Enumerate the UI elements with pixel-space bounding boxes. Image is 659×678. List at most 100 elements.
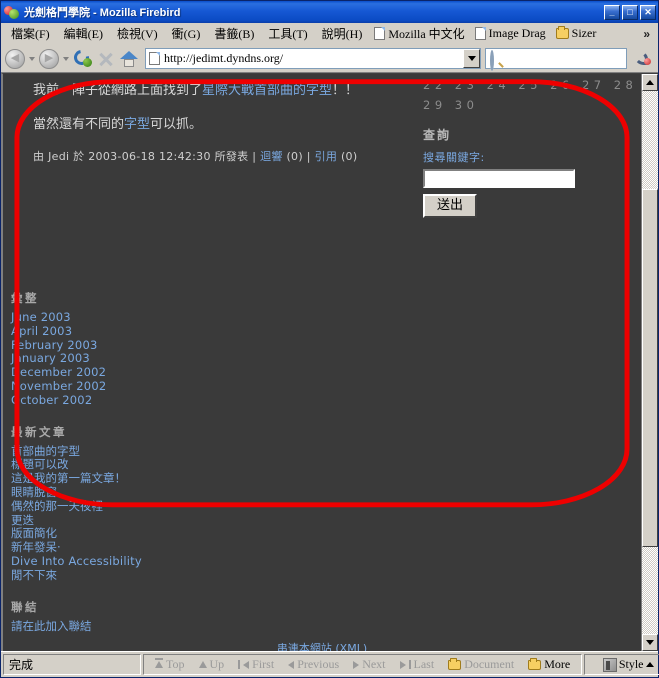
trackback-link[interactable]: 引用 [315,150,338,163]
menu-bookmarks[interactable]: 書籤(B) [207,23,261,44]
nav-document-button[interactable]: Document [442,657,520,672]
site-navigation-toolbar: Top Up First Previous Next Last Document… [143,654,583,675]
scroll-up-button[interactable] [642,74,658,91]
recent-post-item[interactable]: 偶然的那一天夜裡 [11,499,257,514]
maximize-button[interactable]: □ [622,4,638,20]
vertical-scrollbar[interactable] [641,74,658,651]
forward-button[interactable]: ▶ [38,48,60,70]
chevron-up-icon [645,662,654,667]
post-text-2a: 當然還有不同的 [33,117,125,133]
previous-icon [288,660,295,669]
search-input[interactable] [485,48,627,71]
bookmark-image-drag[interactable]: Image Drag [470,24,551,43]
firebird-app-icon [4,4,20,20]
post-paragraph-1: 我前一陣子從網路上面找到了星際大戰首部曲的字型！！ [33,82,409,100]
byline-author-date: 由 Jedi 於 2003-06-18 12:42:30 所發表 | [33,150,261,164]
back-arrow-icon: ◀ [5,48,25,69]
home-icon [120,50,138,67]
bookmark-mozilla-zh[interactable]: Mozilla 中文化 [369,23,469,44]
arrow-top-icon [155,658,163,668]
firebird-logo-icon [631,47,655,71]
scrollbar-thumb[interactable] [642,188,658,548]
nav-up-button[interactable]: Up [193,657,231,672]
link-item[interactable]: 請在此加入聯結 [11,619,257,634]
arrow-up-icon [198,661,207,668]
bookmark-label: Image Drag [488,26,546,40]
folder-icon [555,26,569,39]
recent-post-item[interactable]: 標題可以改 [11,458,257,472]
recent-post-item[interactable]: 這是我的第一篇文章！ [11,471,257,486]
last-arrow-icon [399,660,406,669]
forward-arrow-icon: ▶ [39,48,59,69]
search-keyword-label[interactable]: 搜尋關鍵字: [423,149,641,165]
post-link-font[interactable]: 星際大戰首部曲的字型 [202,83,332,98]
menu-file[interactable]: 檔案(F) [4,23,57,44]
post-text-2b: 可以抓。 [150,117,203,133]
recent-post-item[interactable]: 閒不下來 [11,568,257,583]
close-button[interactable]: ✕ [640,4,656,20]
folder-icon [448,657,462,670]
scrollbar-track[interactable] [642,91,658,634]
nav-label: Up [209,657,225,671]
recent-post-item[interactable]: Dive Into Accessibility [11,554,257,569]
first-icon [238,660,241,669]
nav-label: Previous [297,657,340,671]
nav-previous-button[interactable]: Previous [282,657,345,672]
site-search-submit-button[interactable]: 送出 [423,194,478,218]
home-button[interactable] [118,48,140,70]
nav-first-button[interactable]: First [232,657,280,672]
archive-item[interactable]: January 2003 [11,352,257,366]
title-bar: 光劍格鬥學院 - Mozilla Firebird _ □ ✕ [1,1,658,23]
archive-item[interactable]: November 2002 [11,379,257,394]
url-dropdown-button[interactable] [463,49,480,68]
page-icon [474,27,486,40]
menu-help[interactable]: 說明(H) [315,23,370,44]
recent-post-item[interactable]: 首部曲的字型 [11,444,257,459]
menu-view[interactable]: 檢視(V) [110,23,165,44]
scroll-down-button[interactable] [642,634,658,651]
nav-label: More [544,657,571,671]
calendar-row-5: 29 30 [423,98,479,112]
bookmark-label: Mozilla 中文化 [388,27,465,41]
bookmark-sizer[interactable]: Sizer [551,24,602,43]
nav-label: Next [362,657,386,671]
nav-last-button[interactable]: Last [394,657,441,672]
recent-posts-heading: 最新文章 [11,424,67,439]
archive-item[interactable]: June 2003 [11,310,257,325]
status-text: 完成 [9,658,34,672]
archive-item[interactable]: February 2003 [11,338,257,353]
xml-syndication-link[interactable]: 串連本網站 (XML) [3,640,641,651]
menu-overflow-chevron[interactable]: » [635,27,658,41]
menu-go[interactable]: 衝(G) [165,23,208,44]
style-selector[interactable]: Style [584,654,659,675]
recent-post-item[interactable]: 更迭 [11,513,257,528]
minimize-button[interactable]: _ [604,4,620,20]
stop-button[interactable] [95,48,117,70]
post-link-font2[interactable]: 字型 [124,117,150,132]
page-icon [149,52,160,65]
url-bar[interactable]: http://jedimt.dyndns.org/ [145,48,481,69]
nav-label: First [252,657,275,671]
comments-link[interactable]: 迴響 [260,150,283,163]
recent-post-item[interactable]: 新年發呆‧ [11,540,257,555]
back-dropdown-icon[interactable] [29,56,35,61]
back-button[interactable]: ◀ [4,48,26,70]
archive-item[interactable]: October 2002 [11,393,257,408]
forward-dropdown-icon[interactable] [63,56,69,61]
menu-tools[interactable]: 工具(T) [261,23,314,44]
recent-post-item[interactable]: 眼睛脫窗 [11,485,257,500]
window-title: 光劍格鬥學院 - Mozilla Firebird [24,7,181,19]
style-label: Style [618,657,644,671]
reload-button[interactable] [71,46,94,70]
menu-edit[interactable]: 編輯(E) [57,23,110,44]
archive-item[interactable]: December 2002 [11,365,257,380]
nav-more-button[interactable]: More [522,657,576,672]
nav-top-button[interactable]: Top [149,657,191,672]
sidebar-lower-column: 彙整 June 2003 April 2003 February 2003 Ja… [7,290,257,633]
web-page-content: 我前一陣子從網路上面找到了星際大戰首部曲的字型！！ 當然還有不同的字型可以抓。 … [3,74,641,651]
nav-next-button[interactable]: Next [347,657,391,672]
archive-item[interactable]: April 2003 [11,324,257,339]
site-search-input[interactable] [423,169,575,188]
menu-bar: 檔案(F) 編輯(E) 檢視(V) 衝(G) 書籤(B) 工具(T) 說明(H)… [1,23,658,45]
recent-post-item[interactable]: 版面簡化 [11,527,257,541]
